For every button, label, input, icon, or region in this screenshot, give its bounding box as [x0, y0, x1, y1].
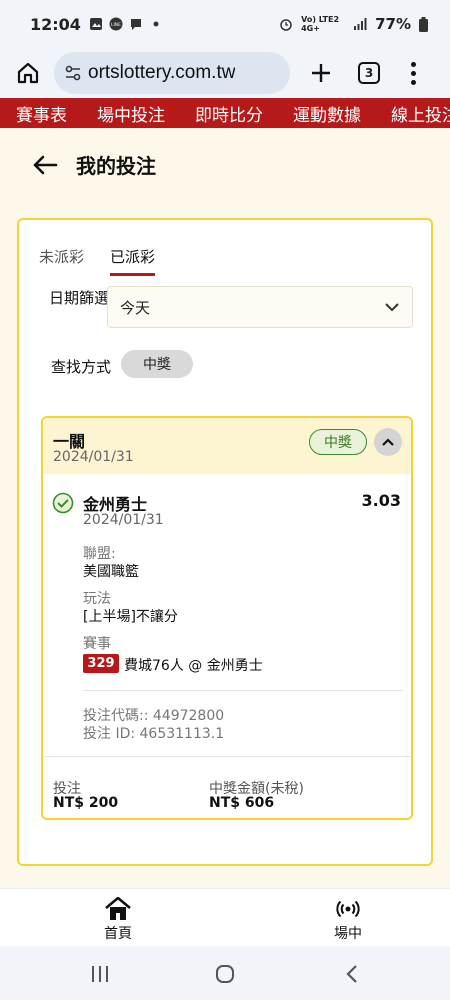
dot-icon: [153, 21, 159, 27]
league-label: 聯盟:: [83, 546, 116, 562]
match-label: 賽事: [83, 636, 111, 652]
url-text[interactable]: ortslottery.com.tw: [88, 62, 235, 84]
home-icon: [105, 897, 131, 920]
nav-item-live-betting[interactable]: 場中投注: [81, 101, 179, 126]
home-circle-icon: [216, 965, 234, 983]
divider: [43, 756, 411, 757]
recent-apps-button[interactable]: [88, 962, 112, 986]
page-title: 我的投注: [76, 154, 156, 178]
bet-code: 投注代碼:: 44972800: [83, 708, 225, 724]
gallery-icon: [89, 18, 102, 30]
tab-settled[interactable]: 已派彩: [110, 246, 156, 276]
market-label: 玩法: [83, 591, 111, 607]
collapse-button[interactable]: [374, 428, 402, 456]
bet-date: 2024/01/31: [53, 449, 134, 465]
date-filter-label: 日期篩選: [49, 289, 110, 307]
site-nav: 賽事表 場中投注 即時比分 運動數據 線上投注: [0, 98, 450, 128]
match-id-badge: 329: [83, 654, 119, 673]
back-arrow-icon[interactable]: [32, 153, 58, 177]
market-value: [上半場]不讓分: [83, 609, 178, 625]
tab-switcher-button[interactable]: 3: [358, 62, 380, 84]
battery-percent: 77%: [375, 15, 411, 33]
bottom-nav-home-label: 首頁: [104, 926, 132, 942]
nav-item-sports-data[interactable]: 運動數據: [277, 101, 375, 126]
signal-icon: [354, 18, 367, 30]
win-status-badge: 中獎: [309, 429, 367, 455]
bottom-nav-live[interactable]: 場中: [318, 897, 378, 943]
search-method-label: 查找方式: [51, 358, 112, 376]
alarm-icon: [280, 19, 292, 31]
tab-unsettled[interactable]: 未派彩: [39, 246, 84, 276]
system-nav-bar: [0, 946, 450, 1000]
status-bar: 12:04 LINE Vo) LTE2 4G+ 77%: [0, 0, 450, 48]
bet-card: 一關 2024/01/31 中獎 金州勇士 3.03 2024/01/31 聯盟…: [41, 416, 413, 820]
broadcast-icon: [336, 900, 360, 918]
page-header: 我的投注: [32, 150, 156, 179]
back-chevron-icon: [346, 965, 357, 983]
site-settings-icon[interactable]: [64, 64, 82, 82]
search-method-chip[interactable]: 中獎: [121, 350, 193, 378]
chat-icon: [130, 19, 141, 30]
address-bar[interactable]: ortslottery.com.tw: [54, 52, 290, 94]
bet-status-tabs: 未派彩 已派彩: [39, 246, 156, 276]
battery-icon: [419, 16, 428, 32]
browser-toolbar: ortslottery.com.tw 3: [0, 48, 450, 98]
chevron-up-icon: [382, 437, 394, 446]
home-nav-button[interactable]: [213, 962, 237, 986]
recent-apps-icon: [92, 966, 108, 982]
match-name: 費城76人 @ 金州勇士: [124, 658, 263, 674]
stake-value: NT$ 200: [53, 795, 119, 811]
bet-card-header[interactable]: 一關 2024/01/31 中獎: [43, 418, 411, 474]
home-icon: [17, 62, 39, 84]
date-filter-value: 今天: [120, 298, 151, 317]
new-tab-button[interactable]: [306, 58, 336, 88]
plus-icon: [312, 64, 330, 82]
date-filter-select[interactable]: 今天: [107, 286, 413, 328]
nav-item-online-betting[interactable]: 線上投注: [375, 101, 450, 126]
bottom-nav-home[interactable]: 首頁: [88, 897, 148, 943]
status-time: 12:04: [30, 14, 81, 34]
browser-menu-button[interactable]: [408, 61, 418, 85]
bottom-nav: 首頁 場中: [0, 888, 450, 946]
odds-value: 3.03: [361, 491, 401, 510]
bet-id: 投注 ID: 46531113.1: [83, 726, 225, 742]
check-circle-icon: [52, 492, 74, 514]
line-app-icon: LINE: [109, 17, 123, 31]
event-date: 2024/01/31: [83, 512, 164, 528]
bets-panel: 未派彩 已派彩 日期篩選 今天 查找方式 中獎 一關 2024/01/31 中獎…: [17, 218, 433, 866]
league-value: 美國職籃: [83, 564, 139, 580]
payout-value: NT$ 606: [209, 795, 275, 811]
nav-item-live-scores[interactable]: 即時比分: [179, 101, 277, 126]
svg-text:LINE: LINE: [111, 22, 121, 28]
bottom-nav-live-label: 場中: [334, 926, 362, 942]
back-nav-button[interactable]: [340, 962, 364, 986]
home-button[interactable]: [12, 57, 44, 89]
nav-item-schedule[interactable]: 賽事表: [0, 101, 81, 126]
chevron-down-icon: [385, 303, 399, 312]
network-indicator: Vo) LTE2 4G+: [301, 15, 340, 33]
divider: [83, 690, 403, 691]
